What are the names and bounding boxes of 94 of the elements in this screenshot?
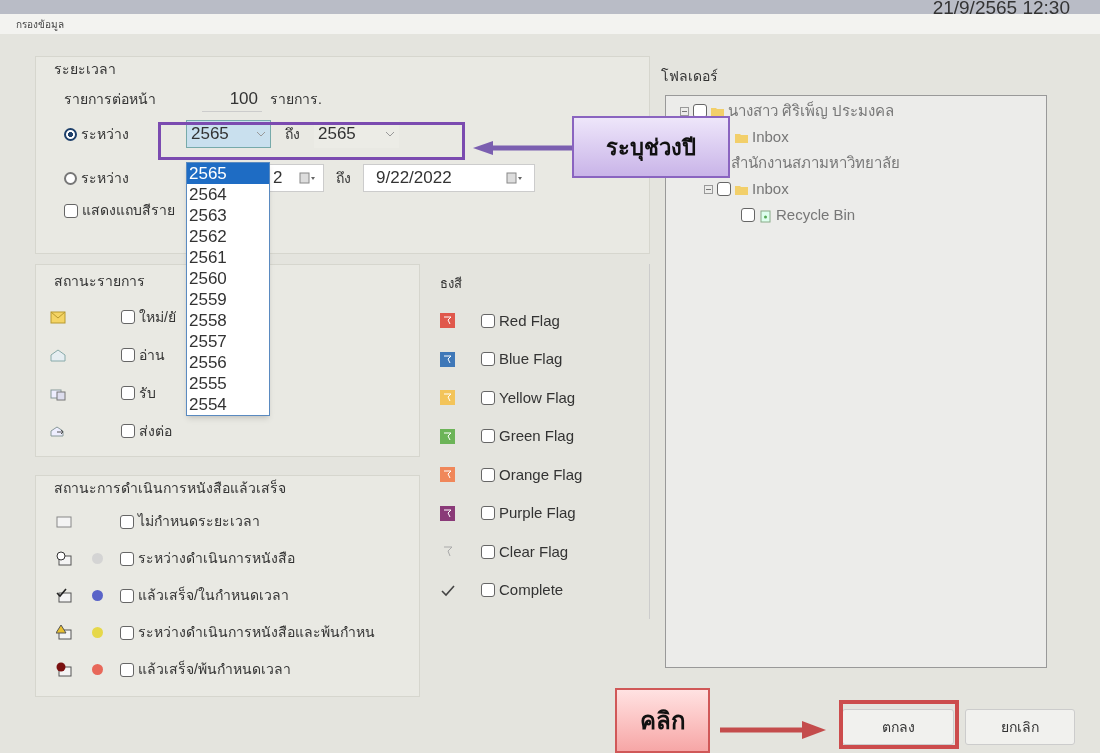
checkbox-label: ใหม่/ยั: [139, 307, 176, 327]
radio-button[interactable]: [64, 127, 77, 141]
checkbox[interactable]: [121, 386, 135, 400]
checkbox[interactable]: [121, 348, 135, 362]
check-envelope-icon: [56, 588, 72, 603]
checkbox[interactable]: [481, 313, 495, 328]
window-title: กรองข้อมูล: [16, 17, 64, 32]
checkbox[interactable]: [121, 424, 135, 438]
checkbox-label: Clear Flag: [499, 541, 569, 562]
checkbox-label: ส่งต่อ: [139, 421, 172, 441]
checkbox[interactable]: [120, 551, 134, 566]
checkbox-label: Red Flag: [499, 310, 560, 331]
checkbox[interactable]: [481, 467, 495, 482]
date-value: 9/22/2022: [376, 167, 452, 190]
checkbox[interactable]: [64, 203, 78, 218]
dropdown-item[interactable]: 2554: [187, 394, 269, 415]
checkbox-label: Purple Flag: [499, 503, 576, 523]
dropdown-item[interactable]: 2560: [187, 268, 269, 289]
checkbox-label: ไม่กำหนดระยะเวลา: [138, 512, 260, 531]
caret-icon: [256, 131, 266, 137]
input-field[interactable]: 100: [202, 85, 262, 113]
clock-envelope-icon: [56, 551, 72, 566]
envelope-icon: [56, 514, 72, 529]
checkbox[interactable]: [120, 588, 134, 603]
annotation-callout: ระบุช่วงปี: [572, 116, 730, 178]
tree-item[interactable]: Recycle Bin: [776, 203, 856, 227]
checkbox-label: ระหว่างดำเนินการหนังสือและพ้นกำหน: [138, 623, 375, 642]
checkbox[interactable]: [741, 208, 755, 222]
ok-button[interactable]: ตกลง: [842, 709, 954, 745]
open-envelope-icon: [50, 347, 66, 363]
dropdown-item[interactable]: 2562: [187, 226, 269, 247]
checkbox[interactable]: [481, 352, 495, 367]
dropdown-item[interactable]: 2565: [187, 163, 269, 184]
dropdown-item[interactable]: 2556: [187, 352, 269, 373]
checkbox-label: แล้วเสร็จ/ในกำหนดเวลา: [138, 585, 289, 605]
dropdown-item[interactable]: 2559: [187, 289, 269, 310]
date-value: 2: [273, 167, 283, 190]
checkbox-label: Blue Flag: [499, 349, 563, 369]
tree-item[interactable]: Inbox: [752, 177, 789, 201]
radio-label: ระหว่าง: [81, 124, 130, 144]
checkbox[interactable]: [717, 182, 731, 196]
envelope-icon: [50, 309, 66, 325]
calendar-icon: [299, 172, 315, 184]
radio-label: ระหว่าง: [81, 168, 130, 188]
collapse-icon[interactable]: [680, 106, 689, 116]
checkbox[interactable]: [481, 583, 495, 598]
dropdown-item[interactable]: 2563: [187, 205, 269, 226]
annotation-callout: คลิก: [615, 688, 710, 753]
dropdown-item[interactable]: 2564: [187, 184, 269, 205]
checkbox-label: Green Flag: [499, 426, 575, 446]
range-label: ถึง: [285, 124, 300, 144]
tree-item[interactable]: สำนักงานสภามหาวิทยาลัย: [731, 151, 900, 175]
dropdown-item[interactable]: 2557: [187, 331, 269, 352]
tree-item[interactable]: Inbox: [752, 125, 789, 149]
dropdown-item[interactable]: 2555: [187, 373, 269, 394]
checkbox[interactable]: [121, 310, 135, 324]
dropdown-item[interactable]: 2558: [187, 310, 269, 331]
checkbox-label: ระหว่างดำเนินการหนังสือ: [138, 549, 295, 568]
checkbox[interactable]: [481, 506, 495, 521]
checkbox-label: แสดงแถบสีราย: [82, 201, 175, 220]
taskbar-clock: 21/9/2565 12:30: [932, 0, 1070, 14]
checkbox-label: รับ: [139, 383, 156, 403]
checkbox-label: Complete: [499, 580, 564, 600]
group-title: ธงสี: [440, 275, 463, 293]
radio-button[interactable]: [64, 171, 77, 185]
checkbox-label: อ่าน: [139, 345, 165, 365]
calendar-icon: [506, 172, 522, 184]
tree-item[interactable]: นางสาว ศิริเพ็ญ ประมงคล: [728, 99, 895, 123]
checkbox-label: แล้วเสร็จ/พ้นกำหนดเวลา: [138, 659, 291, 679]
group-title: ระยะเวลา: [54, 60, 116, 79]
combobox-value: 2565: [191, 123, 229, 146]
checkbox[interactable]: [481, 544, 495, 559]
caret-icon: [385, 131, 395, 137]
recycle-bin-icon: [758, 207, 773, 223]
collapse-icon[interactable]: [704, 184, 713, 194]
group-title: สถานะรายการ: [54, 272, 145, 291]
checkbox[interactable]: [120, 625, 134, 640]
checkbox[interactable]: [481, 390, 495, 405]
checkbox[interactable]: [120, 662, 134, 677]
checkbox-label: Orange Flag: [499, 464, 583, 485]
checkbox[interactable]: [481, 429, 495, 444]
checkbox[interactable]: [120, 514, 134, 529]
dropdown-item[interactable]: 2561: [187, 247, 269, 268]
range-label: ถึง: [336, 168, 351, 188]
unit-label: รายการ.: [270, 89, 322, 109]
warning-envelope-icon: [56, 625, 72, 640]
combobox-value: 2565: [318, 123, 356, 146]
date-field[interactable]: 9/22/2022: [363, 164, 535, 192]
field-label: รายการต่อหน้า: [64, 89, 157, 109]
alert-envelope-icon: [56, 662, 72, 677]
group-title: โฟลเดอร์: [661, 67, 719, 86]
group-title: สถานะการดำเนินการหนังสือแล้วเสร็จ: [54, 478, 286, 498]
checkbox-label: Yellow Flag: [499, 387, 576, 408]
cancel-button[interactable]: ยกเลิก: [965, 709, 1075, 745]
